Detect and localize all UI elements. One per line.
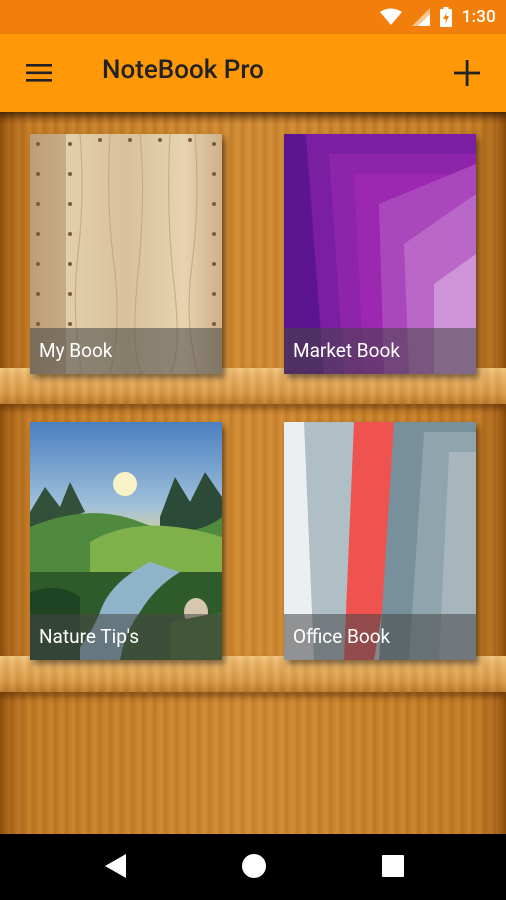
book-title: Nature Tip's — [30, 614, 222, 660]
shelf-right-side — [496, 112, 506, 834]
app-bar: NoteBook Pro — [0, 34, 506, 112]
status-time: 1:30 — [461, 7, 496, 27]
plus-icon — [454, 60, 480, 86]
app-title: NoteBook Pro — [102, 55, 264, 85]
navigation-bar — [0, 834, 506, 900]
back-triangle-icon — [105, 854, 126, 878]
cellular-signal-icon — [411, 8, 430, 26]
status-icons: 1:30 — [379, 7, 496, 27]
hamburger-menu-icon — [26, 64, 52, 82]
book-my-book[interactable]: My Book — [30, 134, 222, 374]
book-office-book[interactable]: Office Book — [284, 422, 476, 660]
add-book-button[interactable] — [452, 58, 482, 88]
menu-button[interactable] — [24, 60, 54, 86]
bookshelf: My Book Market Book Nature Tip's Office … — [0, 112, 506, 834]
wifi-icon — [379, 8, 402, 25]
recents-button[interactable] — [381, 854, 405, 882]
home-circle-icon — [242, 854, 266, 878]
book-title: Market Book — [284, 328, 476, 374]
status-bar: 1:30 — [0, 0, 506, 34]
book-nature-tips[interactable]: Nature Tip's — [30, 422, 222, 660]
book-title: My Book — [30, 328, 222, 374]
book-market-book[interactable]: Market Book — [284, 134, 476, 374]
home-button[interactable] — [240, 852, 268, 884]
shelf-left-side — [0, 112, 10, 834]
book-title: Office Book — [284, 614, 476, 660]
recents-square-icon — [382, 855, 404, 877]
shelf-top-shadow — [0, 112, 506, 124]
shelf-plank-2 — [0, 656, 506, 692]
battery-charging-icon — [439, 7, 452, 27]
back-button[interactable] — [102, 852, 128, 884]
